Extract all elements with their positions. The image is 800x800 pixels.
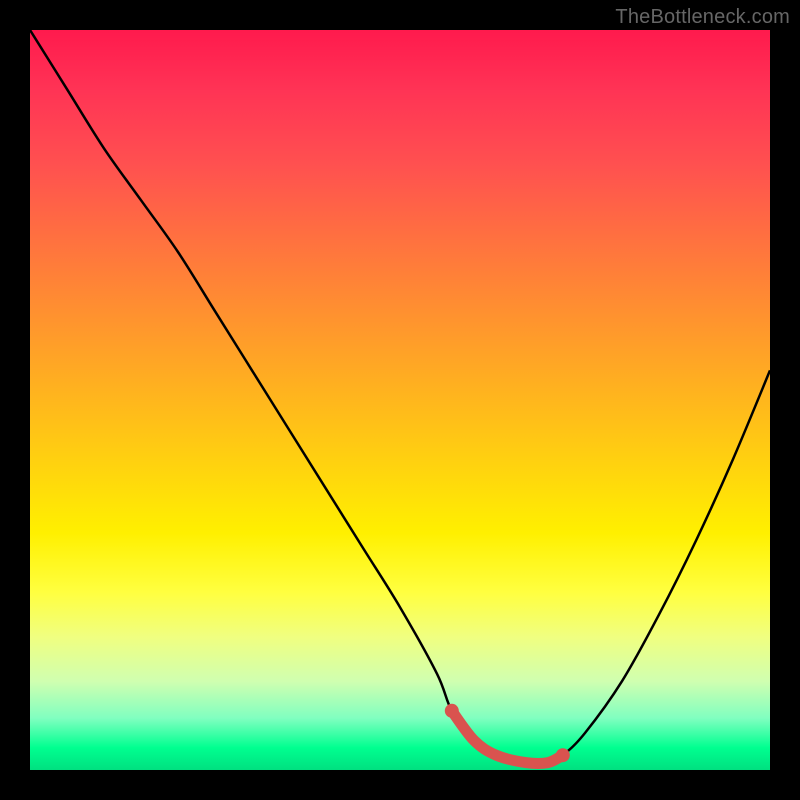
recommended-range-end-dot	[556, 748, 570, 762]
chart-container: TheBottleneck.com	[0, 0, 800, 800]
watermark-text: TheBottleneck.com	[615, 6, 790, 29]
plot-area	[30, 30, 770, 770]
chart-svg	[30, 30, 770, 770]
recommended-range-start-dot	[445, 704, 459, 718]
bottleneck-curve	[30, 30, 770, 764]
recommended-range-curve	[452, 711, 563, 764]
